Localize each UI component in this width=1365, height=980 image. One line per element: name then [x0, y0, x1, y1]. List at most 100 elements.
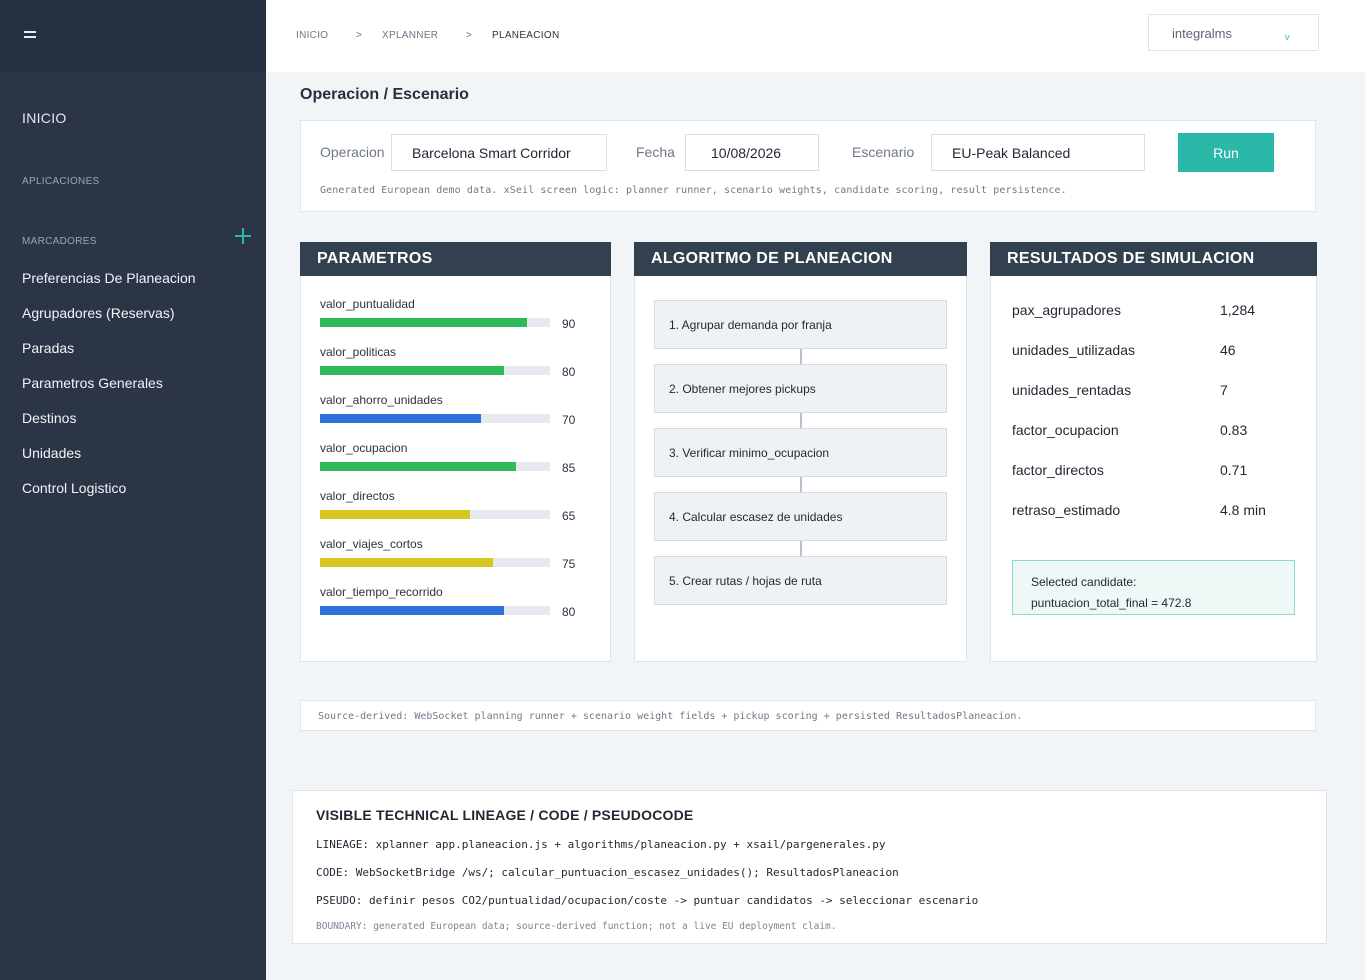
result-key: factor_directos — [1012, 462, 1104, 478]
result-key: pax_agrupadores — [1012, 302, 1121, 318]
result-row: factor_directos 0.71 — [1012, 462, 1302, 478]
code-line: CODE: WebSocketBridge /ws/; calcular_pun… — [316, 866, 899, 879]
param-name: valor_ahorro_unidades — [320, 393, 443, 407]
result-row: factor_ocupacion 0.83 — [1012, 422, 1302, 438]
param-bar-fill — [320, 414, 481, 423]
result-value: 0.71 — [1220, 462, 1248, 478]
algorithm-step: 4. Calcular escasez de unidades — [654, 492, 947, 541]
result-value: 46 — [1220, 342, 1236, 358]
sidebar-item-paradas[interactable]: Paradas — [22, 339, 196, 374]
operacion-input[interactable] — [391, 134, 607, 171]
selected-candidate-box: Selected candidate: puntuacion_total_fin… — [1012, 560, 1295, 615]
candidate-label: Selected candidate: — [1031, 575, 1137, 589]
param-name: valor_ocupacion — [320, 441, 408, 455]
user-name: integralms — [1172, 26, 1232, 41]
breadcrumb-inicio[interactable]: INICIO — [296, 30, 356, 41]
algoritmo-panel: ALGORITMO DE PLANEACION 1. Agrupar deman… — [634, 242, 967, 662]
sidebar-item-unidades[interactable]: Unidades — [22, 444, 196, 479]
breadcrumb-separator: > — [356, 30, 363, 41]
result-row: unidades_utilizadas 46 — [1012, 342, 1302, 358]
lineage-line: LINEAGE: xplanner app.planeacion.js + al… — [316, 838, 886, 851]
breadcrumb-separator: > — [466, 30, 473, 41]
result-key: retraso_estimado — [1012, 502, 1121, 518]
param-name: valor_viajes_cortos — [320, 537, 423, 551]
add-bookmark-icon[interactable] — [234, 227, 252, 245]
param-bar-track — [320, 462, 550, 471]
param-bar-track — [320, 366, 550, 375]
param-value: 80 — [562, 605, 576, 619]
boundary-line: BOUNDARY: generated European data; sourc… — [316, 921, 837, 932]
run-button[interactable]: Run — [1178, 133, 1274, 172]
algorithm-step: 5. Crear rutas / hojas de ruta — [654, 556, 947, 605]
page-title: Operacion / Escenario — [300, 86, 469, 103]
result-row: retraso_estimado 4.8 min — [1012, 502, 1302, 518]
lineage-title: VISIBLE TECHNICAL LINEAGE / CODE / PSEUD… — [316, 807, 694, 823]
param-bar-track — [320, 510, 550, 519]
param-bar-fill — [320, 462, 516, 471]
param-name: valor_tiempo_recorrido — [320, 585, 443, 599]
param-value: 80 — [562, 365, 576, 379]
result-key: unidades_rentadas — [1012, 382, 1132, 398]
sidebar-item-agrupadores[interactable]: Agrupadores (Reservas) — [22, 304, 196, 339]
param-name: valor_directos — [320, 489, 395, 503]
param-value: 75 — [562, 557, 576, 571]
result-value: 1,284 — [1220, 302, 1256, 318]
result-key: unidades_utilizadas — [1012, 342, 1135, 358]
param-value: 90 — [562, 317, 576, 331]
operacion-label: Operacion — [320, 144, 385, 160]
resultados-title: RESULTADOS DE SIMULACION — [990, 242, 1317, 276]
sidebar-section-marcadores: MARCADORES — [22, 236, 97, 247]
user-dropdown[interactable]: integralms v — [1148, 14, 1319, 51]
param-bar-fill — [320, 558, 493, 567]
param-value: 85 — [562, 461, 576, 475]
breadcrumb: INICIO > XPLANNER > PLANEACION — [296, 30, 559, 41]
result-row: unidades_rentadas 7 — [1012, 382, 1302, 398]
bookmark-list: Preferencias De Planeacion Agrupadores (… — [22, 269, 196, 514]
param-bar-fill — [320, 510, 470, 519]
lineage-panel: VISIBLE TECHNICAL LINEAGE / CODE / PSEUD… — [292, 790, 1327, 944]
source-note: Source-derived: WebSocket planning runne… — [300, 700, 1316, 731]
pseudo-line: PSEUDO: definir pesos CO2/puntualidad/oc… — [316, 894, 979, 907]
sidebar-item-preferencias[interactable]: Preferencias De Planeacion — [22, 269, 196, 304]
param-bar-track — [320, 414, 550, 423]
escenario-label: Escenario — [852, 144, 915, 160]
step-connector — [800, 413, 802, 428]
filter-note: Generated European demo data. xSeil scre… — [320, 185, 1067, 196]
parametros-title: PARAMETROS — [300, 242, 611, 276]
sidebar-section-aplicaciones[interactable]: APLICACIONES — [22, 176, 100, 187]
chevron-down-icon: v — [1285, 32, 1290, 42]
topbar: INICIO > XPLANNER > PLANEACION integralm… — [266, 0, 1365, 72]
param-bar-fill — [320, 366, 504, 375]
sidebar-item-destinos[interactable]: Destinos — [22, 409, 196, 444]
param-bar-track — [320, 318, 550, 327]
algorithm-step: 1. Agrupar demanda por franja — [654, 300, 947, 349]
algorithm-step: 2. Obtener mejores pickups — [654, 364, 947, 413]
param-bar-track — [320, 558, 550, 567]
param-name: valor_politicas — [320, 345, 397, 359]
result-value: 4.8 min — [1220, 502, 1266, 518]
resultados-panel: RESULTADOS DE SIMULACION pax_agrupadores… — [990, 242, 1317, 662]
param-name: valor_puntualidad — [320, 297, 415, 311]
param-value: 65 — [562, 509, 576, 523]
fecha-label: Fecha — [636, 144, 675, 160]
fecha-input[interactable] — [685, 134, 819, 171]
algoritmo-title: ALGORITMO DE PLANEACION — [634, 242, 967, 276]
sidebar-item-parametros-generales[interactable]: Parametros Generales — [22, 374, 196, 409]
candidate-value: puntuacion_total_final = 472.8 — [1031, 596, 1192, 610]
sidebar-item-inicio[interactable]: INICIO — [22, 110, 67, 126]
escenario-input[interactable] — [931, 134, 1145, 171]
param-value: 70 — [562, 413, 576, 427]
sidebar: INICIO APLICACIONES MARCADORES Preferenc… — [0, 0, 266, 980]
result-value: 0.83 — [1220, 422, 1248, 438]
param-bar-fill — [320, 318, 527, 327]
menu-icon[interactable] — [24, 31, 36, 40]
breadcrumb-xplanner[interactable]: XPLANNER — [382, 30, 466, 41]
param-bar-track — [320, 606, 550, 615]
step-connector — [800, 541, 802, 556]
result-key: factor_ocupacion — [1012, 422, 1119, 438]
param-bar-fill — [320, 606, 504, 615]
step-connector — [800, 349, 802, 364]
result-row: pax_agrupadores 1,284 — [1012, 302, 1302, 318]
step-connector — [800, 477, 802, 492]
sidebar-item-control-logistico[interactable]: Control Logistico — [22, 479, 196, 514]
